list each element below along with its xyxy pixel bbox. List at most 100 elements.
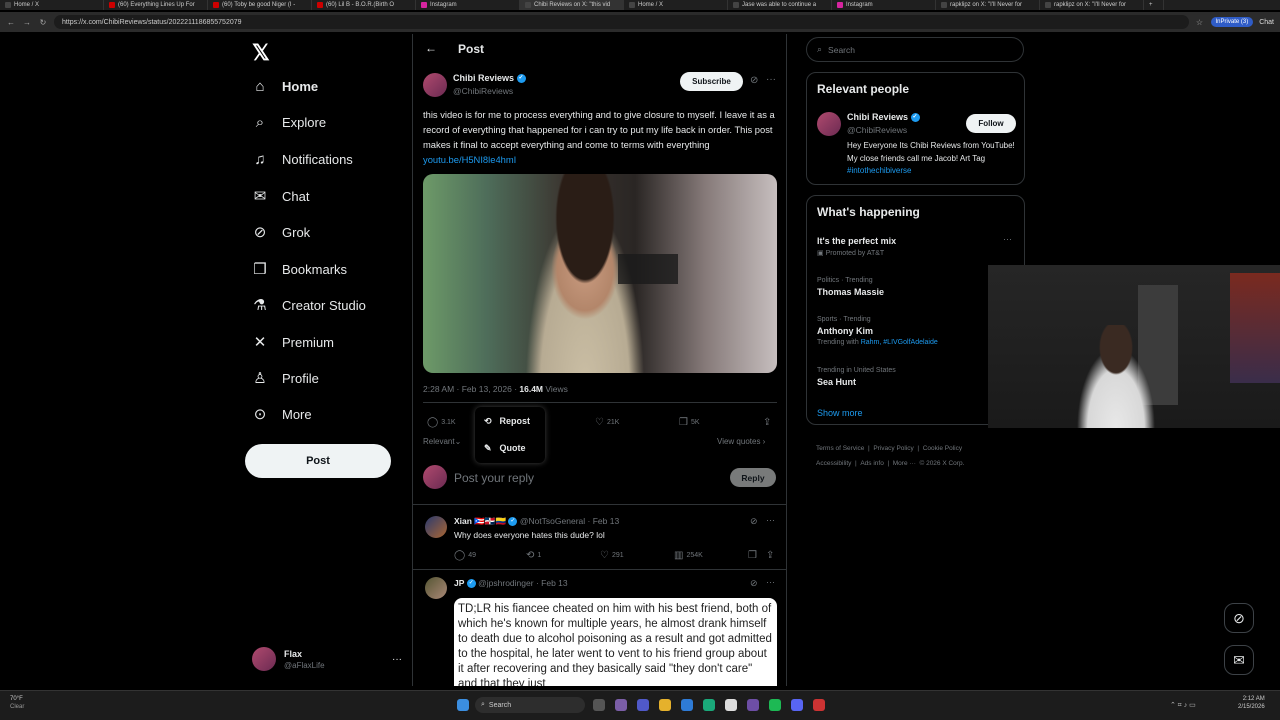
follow-button[interactable]: Follow — [966, 114, 1016, 133]
windows-start-icon[interactable] — [457, 699, 469, 711]
browser-tab[interactable]: rapklipz on X: "I'll Never for — [936, 0, 1040, 10]
browser-tab[interactable]: Jase was able to continue a — [728, 0, 832, 10]
more-dots-icon[interactable]: ··· — [766, 515, 775, 525]
bookmark-button[interactable]: ❒ 5K — [679, 417, 700, 428]
taskbar-search[interactable]: ⌕ Search — [475, 697, 585, 713]
table-row[interactable]: Xian 🇵🇷🇩🇴🇨🇴 ✓ @NotTsoGeneral · Feb 13 ⊘ … — [413, 505, 786, 569]
sort-dropdown[interactable]: Relevant⌄ — [423, 437, 461, 446]
spotify-icon[interactable] — [769, 699, 781, 711]
browser-tab-active[interactable]: Chibi Reviews on X: "this vid — [520, 0, 624, 10]
quote-menu-item[interactable]: ✎ Quote — [484, 443, 526, 454]
copilot-chat-button[interactable]: Chat — [1259, 19, 1274, 26]
grok-icon[interactable]: ⊘ — [750, 516, 758, 527]
more-dots-icon[interactable]: ··· — [392, 654, 402, 665]
chevron-down-icon: ⌄ — [454, 437, 462, 446]
grok-icon[interactable]: ⊘ — [750, 578, 758, 589]
chart-icon: ▥ — [674, 550, 684, 561]
trend-item[interactable]: It's the perfect mix ▣ Promoted by AT&T — [817, 236, 896, 257]
section-title: Relevant people — [817, 82, 910, 96]
browser-tab[interactable]: rapklipz on X: "I'll Never for — [1040, 0, 1144, 10]
sidebar-item-grok[interactable]: ⊘ Grok — [252, 223, 310, 241]
trend-item[interactable]: Politics · Trending Thomas Massie — [817, 277, 884, 297]
sidebar-item-chat[interactable]: ✉ Chat — [252, 187, 310, 205]
search-input[interactable]: ⌕ Search — [806, 37, 1024, 62]
table-row[interactable]: JP ✓ @jpshrodinger · Feb 13 ⊘ ··· TD;LR … — [413, 570, 786, 686]
author-avatar[interactable] — [423, 73, 447, 97]
bookmark-icon: ❒ — [679, 417, 688, 428]
post-link[interactable]: youtu.be/H5NI8le4hmI — [423, 154, 516, 165]
like-button[interactable]: ♡ 291 — [600, 550, 624, 561]
sidebar-item-explore[interactable]: ⌕ Explore — [252, 114, 326, 131]
reply-button[interactable]: Reply — [730, 468, 776, 487]
grok-icon[interactable]: ⊘ — [750, 75, 758, 86]
teams-icon[interactable] — [637, 699, 649, 711]
browser-tab[interactable]: Instagram — [832, 0, 936, 10]
sidebar-item-profile[interactable]: ♙ Profile — [252, 369, 319, 387]
share-button[interactable]: ⇪ — [763, 417, 771, 428]
back-arrow-icon[interactable]: ← — [425, 41, 437, 55]
browser-tab[interactable]: Home / X — [624, 0, 728, 10]
reload-icon[interactable]: ↻ — [38, 18, 48, 27]
sidebar-item-home[interactable]: ⌂ Home — [252, 78, 318, 95]
reply-count-button[interactable]: ◯ 3.1K — [427, 417, 456, 428]
hashtag-link[interactable]: #intothechibiverse — [847, 166, 911, 175]
like-button[interactable]: ♡ 21K — [595, 417, 619, 428]
store-icon[interactable] — [681, 699, 693, 711]
subscribe-button[interactable]: Subscribe — [680, 72, 743, 91]
repost-button[interactable]: ⟲ 1 — [526, 550, 541, 561]
edge-icon[interactable] — [703, 699, 715, 711]
weather-widget[interactable]: 70°F Clear — [10, 695, 24, 711]
browser-tab[interactable]: Home / X — [0, 0, 104, 10]
view-quotes-link[interactable]: View quotes › — [717, 437, 765, 446]
sidebar-item-bookmarks[interactable]: ❒ Bookmarks — [252, 260, 347, 278]
reply-input[interactable]: Post your reply — [454, 471, 534, 485]
more-dots-icon[interactable]: ··· — [766, 577, 775, 587]
post-button[interactable]: Post — [245, 444, 391, 478]
share-icon: ⇪ — [763, 417, 772, 428]
avatar[interactable] — [817, 112, 841, 136]
new-tab-button[interactable]: + — [1144, 0, 1164, 10]
bell-icon: ♫ — [254, 151, 266, 168]
sidebar-item-creator-studio[interactable]: ⚗ Creator Studio — [252, 296, 366, 314]
x-logo-icon[interactable]: 𝕏 — [252, 40, 270, 66]
more-dots-icon[interactable]: ··· — [766, 74, 776, 85]
trend-item[interactable]: Trending in United States Sea Hunt — [817, 367, 896, 387]
sidebar-item-premium[interactable]: ✕ Premium — [252, 333, 334, 351]
inprivate-badge[interactable]: InPrivate (3) — [1210, 17, 1254, 27]
grok-fab-button[interactable]: ⊘ — [1224, 603, 1254, 633]
messages-fab-button[interactable]: ✉ — [1224, 645, 1254, 675]
author-name[interactable]: Chibi Reviews ✓ — [453, 73, 526, 84]
star-icon[interactable]: ☆ — [1195, 18, 1205, 27]
chrome-icon[interactable] — [725, 699, 737, 711]
clock[interactable]: 2:12 AM 2/15/2026 — [1238, 695, 1265, 711]
views-button[interactable]: ▥ 254K — [674, 550, 703, 561]
trend-item[interactable]: Sports · Trending Anthony Kim Trending w… — [817, 316, 938, 346]
mail-icon: ✉ — [253, 188, 267, 205]
system-tray[interactable]: ⌃ ⌗ ♪ ▭ — [1170, 701, 1196, 710]
back-arrow-icon[interactable]: ← — [6, 18, 16, 27]
browser-tab[interactable]: (60) Everything Lines Up For — [104, 0, 208, 10]
heart-icon: ♡ — [595, 417, 604, 428]
url-input[interactable]: https://x.com/ChibiReviews/status/202221… — [54, 15, 1189, 29]
bookmark-icon[interactable]: ❒ — [748, 550, 757, 561]
more-dots-icon[interactable]: ··· — [1003, 234, 1012, 244]
browser-tab[interactable]: Instagram — [416, 0, 520, 10]
browser-tab[interactable]: (60) Toby be good Niger (I - — [208, 0, 312, 10]
discord-icon[interactable] — [791, 699, 803, 711]
sidebar-item-more[interactable]: ⊙ More — [252, 405, 312, 423]
explorer-icon[interactable] — [659, 699, 671, 711]
obs-icon[interactable] — [747, 699, 759, 711]
forward-arrow-icon[interactable]: → — [22, 18, 32, 27]
reply-image[interactable]: TD;LR his fiancee cheated on him with hi… — [454, 598, 777, 686]
account-switcher[interactable]: Flax @aFlaxLife ··· — [252, 644, 402, 674]
browser-tab[interactable]: (60) Lil B - B.O.R.(Birth O — [312, 0, 416, 10]
task-view-icon[interactable] — [593, 699, 605, 711]
sidebar-item-notifications[interactable]: ♫ Notifications — [252, 151, 352, 168]
repost-menu-item[interactable]: ⟲ Repost — [484, 416, 530, 427]
app-icon[interactable] — [813, 699, 825, 711]
show-more-link[interactable]: Show more — [817, 408, 863, 418]
video-player[interactable] — [423, 174, 777, 373]
copilot-icon[interactable] — [615, 699, 627, 711]
share-icon[interactable]: ⇪ — [766, 550, 774, 561]
comment-button[interactable]: ◯ 49 — [454, 550, 476, 561]
